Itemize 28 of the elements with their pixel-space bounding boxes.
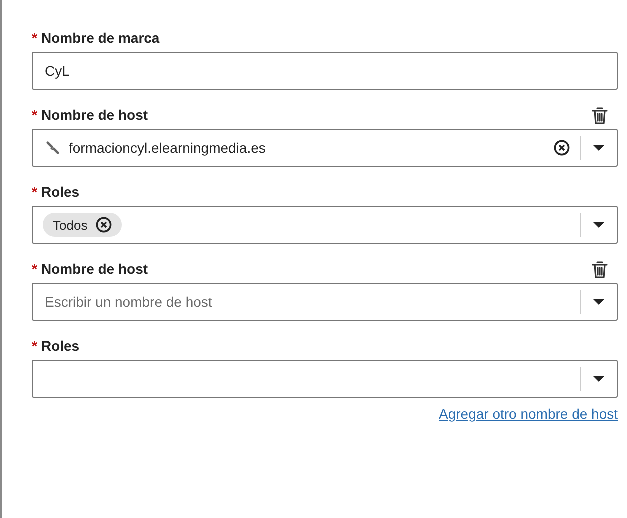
- roles-select[interactable]: Todos: [32, 206, 618, 244]
- trash-icon[interactable]: [592, 107, 608, 125]
- caret-icon[interactable]: [593, 299, 605, 305]
- field-label: Roles: [41, 337, 80, 356]
- hostname-input[interactable]: formacioncyl.elearningmedia.es: [69, 140, 544, 156]
- required-asterisk: *: [32, 106, 38, 125]
- link-icon: [45, 140, 61, 156]
- trash-icon[interactable]: [592, 261, 608, 279]
- hostname-input[interactable]: Escribir un nombre de host: [45, 294, 580, 310]
- required-asterisk: *: [32, 337, 38, 356]
- caret-icon[interactable]: [593, 145, 605, 151]
- field-label: Nombre de host: [41, 106, 148, 125]
- roles-select[interactable]: [32, 360, 618, 398]
- role-chip-label: Todos: [53, 218, 88, 232]
- required-asterisk: *: [32, 260, 38, 279]
- hostname-combobox[interactable]: formacioncyl.elearningmedia.es: [32, 129, 618, 167]
- caret-icon[interactable]: [593, 376, 605, 382]
- required-asterisk: *: [32, 183, 38, 202]
- field-label: Roles: [41, 183, 80, 202]
- add-hostname-link[interactable]: Agregar otro nombre de host: [439, 406, 618, 422]
- remove-icon[interactable]: [96, 217, 112, 233]
- brand-name-input[interactable]: CyL: [32, 52, 618, 90]
- caret-icon[interactable]: [593, 222, 605, 228]
- field-label: Nombre de host: [41, 260, 148, 279]
- hostname-combobox[interactable]: Escribir un nombre de host: [32, 283, 618, 321]
- clear-icon[interactable]: [554, 140, 570, 156]
- required-asterisk: *: [32, 29, 38, 48]
- field-label: Nombre de marca: [41, 29, 160, 48]
